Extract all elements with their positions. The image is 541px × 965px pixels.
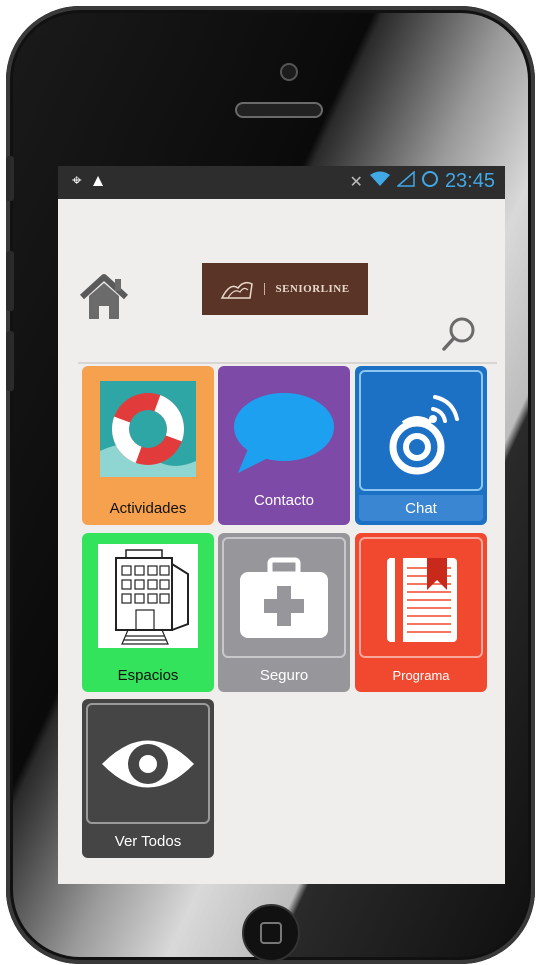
volume-down-button: [6, 331, 14, 391]
brand-logo: SENIORLINE: [202, 263, 368, 315]
signal-icon: [395, 170, 415, 192]
gps-icon: ⌖: [72, 171, 90, 190]
tile-contacto[interactable]: Contacto: [218, 366, 350, 525]
logo-text: SENIORLINE: [264, 283, 349, 295]
tile-label: Ver Todos: [114, 832, 182, 850]
tile-label: Chat: [359, 495, 483, 521]
tile-label: Seguro: [259, 666, 309, 684]
wifi-icon: [369, 171, 391, 192]
square-icon: [260, 922, 282, 944]
home-hardware-button[interactable]: [242, 904, 300, 962]
tile-seguro[interactable]: Seguro: [218, 533, 350, 692]
tile-label: Contacto: [253, 491, 315, 509]
speech-bubble-icon: [234, 392, 334, 473]
warning-icon: ▲: [89, 171, 115, 190]
tile-chat[interactable]: Chat: [355, 366, 487, 525]
notebook-icon: [387, 557, 457, 642]
tile-actividades[interactable]: Actividades: [82, 366, 214, 525]
status-bar: ⌖▲ ✕ 23:45: [58, 166, 505, 199]
app-header: SENIORLINE: [58, 199, 505, 364]
tile-ver-todos[interactable]: Ver Todos: [82, 699, 214, 858]
search-icon: [442, 317, 475, 351]
building-icon: [98, 543, 198, 648]
mute-icon: ✕: [349, 173, 363, 191]
lifebuoy-icon: [100, 380, 196, 477]
webcam-icon: [389, 394, 459, 474]
eye-icon: [102, 740, 194, 787]
tile-programa[interactable]: Programa: [355, 533, 487, 692]
front-camera: [280, 63, 298, 81]
status-time: 23:45: [444, 170, 495, 192]
phone-frame: ⌖▲ ✕ 23:45 SENIORLINE Actividades Contac…: [6, 6, 535, 964]
tile-label: Espacios: [117, 666, 179, 684]
logo-mark-icon: [221, 281, 254, 299]
tile-label: Actividades: [109, 499, 187, 517]
earpiece-speaker: [235, 102, 323, 118]
home-button[interactable]: [78, 273, 130, 323]
home-icon: [79, 274, 129, 319]
search-button[interactable]: [440, 315, 478, 353]
mute-switch: [6, 156, 14, 201]
tile-espacios[interactable]: Espacios: [82, 533, 214, 692]
app-screen: ⌖▲ ✕ 23:45 SENIORLINE Actividades Contac…: [58, 166, 505, 884]
header-divider: [78, 362, 497, 364]
volume-up-button: [6, 251, 14, 311]
sync-icon: [421, 170, 439, 193]
tile-label: Programa: [392, 667, 450, 683]
first-aid-kit-icon: [240, 557, 328, 638]
